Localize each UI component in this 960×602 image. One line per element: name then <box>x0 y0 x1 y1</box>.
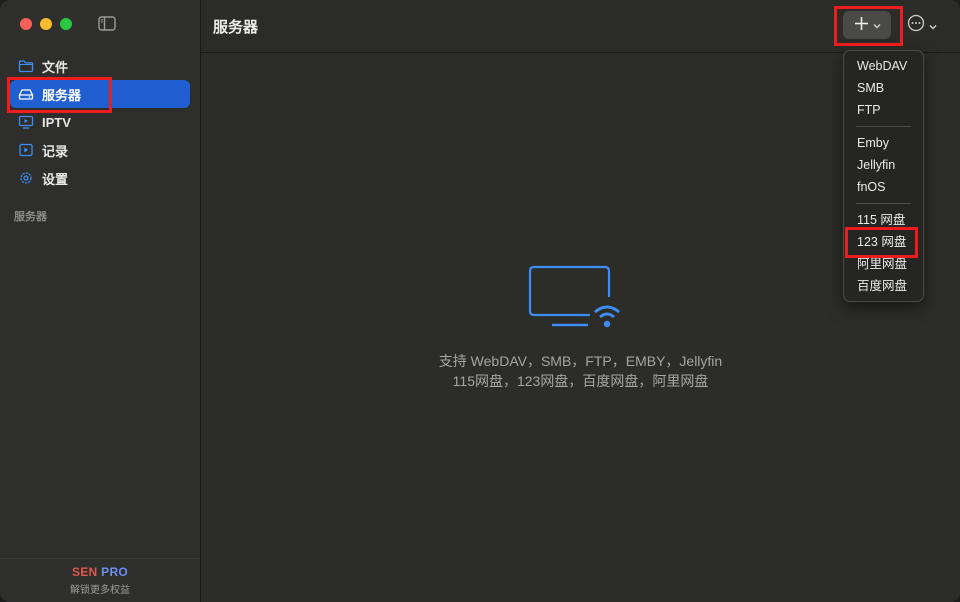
minimize-window-button[interactable] <box>40 18 52 30</box>
pro-brand: SEN PRO <box>71 565 129 579</box>
add-server-menu: WebDAV SMB FTP Emby Jellyfin fnOS 115 网盘… <box>843 50 924 302</box>
sidebar: 文件 服务器 IPTV 记录 设置 服务器 SEN PRO 解锁更多权益 <box>0 0 201 602</box>
sidebar-item-iptv[interactable]: IPTV <box>10 108 190 136</box>
add-server-button[interactable] <box>843 11 891 39</box>
more-options-button[interactable] <box>907 14 937 37</box>
menu-item-jellyfin[interactable]: Jellyfin <box>844 154 923 176</box>
menu-item-fnos[interactable]: fnOS <box>844 176 923 198</box>
play-record-icon <box>18 142 34 158</box>
close-window-button[interactable] <box>20 18 32 30</box>
sidebar-item-label: 服务器 <box>42 87 82 103</box>
sidebar-item-settings[interactable]: 设置 <box>10 164 190 192</box>
sidebar-item-label: 文件 <box>42 59 69 75</box>
pro-subtitle: 解锁更多权益 <box>70 585 130 596</box>
menu-item-emby[interactable]: Emby <box>844 132 923 154</box>
server-drive-icon <box>18 86 34 102</box>
tv-wifi-icon <box>528 265 628 338</box>
menu-item-123-drive[interactable]: 123 网盘 <box>844 231 923 253</box>
sidebar-nav: 文件 服务器 IPTV 记录 设置 <box>10 52 190 192</box>
menu-separator <box>856 126 911 127</box>
gear-icon <box>18 170 34 186</box>
menu-item-smb[interactable]: SMB <box>844 77 923 99</box>
chevron-down-icon <box>873 16 881 34</box>
sidebar-item-label: 记录 <box>42 143 69 159</box>
sidebar-section-title: 服务器 <box>14 211 47 223</box>
tv-icon <box>18 114 34 130</box>
chevron-down-icon <box>929 17 937 35</box>
sidebar-toggle-icon[interactable] <box>98 16 116 31</box>
empty-state-line: 支持 WebDAV，SMB，FTP，EMBY，Jellyfin <box>438 353 723 369</box>
menu-item-ftp[interactable]: FTP <box>844 99 923 121</box>
folder-icon <box>18 58 34 74</box>
menu-item-baidu-drive[interactable]: 百度网盘 <box>844 275 923 297</box>
empty-state-text: 支持 WebDAV，SMB，FTP，EMBY，Jellyfin 115网盘，12… <box>201 351 960 391</box>
menu-separator <box>856 203 911 204</box>
app-window: 文件 服务器 IPTV 记录 设置 服务器 SEN PRO 解锁更多权益 服务器… <box>0 0 960 602</box>
menu-item-webdav[interactable]: WebDAV <box>844 55 923 77</box>
sidebar-item-files[interactable]: 文件 <box>10 52 190 80</box>
sidebar-item-servers[interactable]: 服务器 <box>10 80 190 108</box>
empty-state-line: 115网盘，123网盘，百度网盘，阿里网盘 <box>452 373 709 389</box>
toolbar: 服务器 <box>201 0 960 53</box>
sidebar-item-label: IPTV <box>42 114 71 130</box>
sidebar-item-history[interactable]: 记录 <box>10 136 190 164</box>
menu-item-115-drive[interactable]: 115 网盘 <box>844 209 923 231</box>
plus-icon <box>854 15 869 35</box>
ellipsis-circle-icon <box>907 14 925 37</box>
pro-promo[interactable]: SEN PRO 解锁更多权益 <box>0 558 200 602</box>
zoom-window-button[interactable] <box>60 18 72 30</box>
page-title: 服务器 <box>213 19 259 36</box>
menu-item-aliyun-drive[interactable]: 阿里网盘 <box>844 253 923 275</box>
sidebar-item-label: 设置 <box>42 171 69 187</box>
